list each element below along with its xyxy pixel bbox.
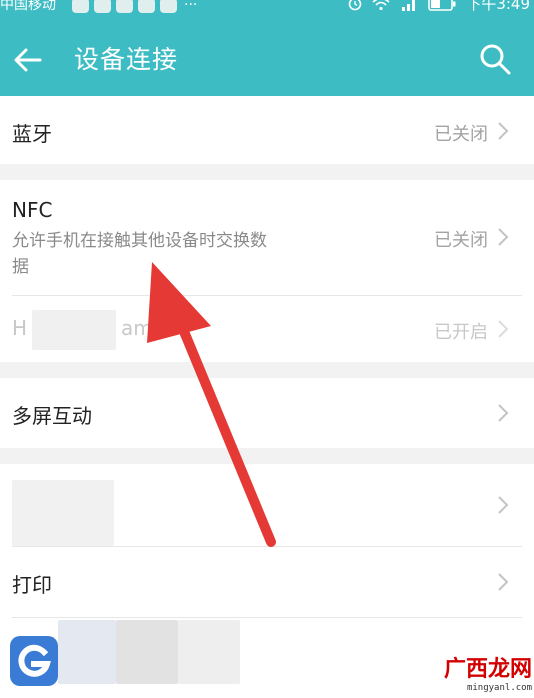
- annotation-arrow: [147, 262, 276, 547]
- watermark: 广西龙网 mingyanl.com: [426, 658, 532, 696]
- watermark-text: 广西龙网: [443, 657, 532, 682]
- watermark-url: mingyanl.com: [466, 683, 532, 693]
